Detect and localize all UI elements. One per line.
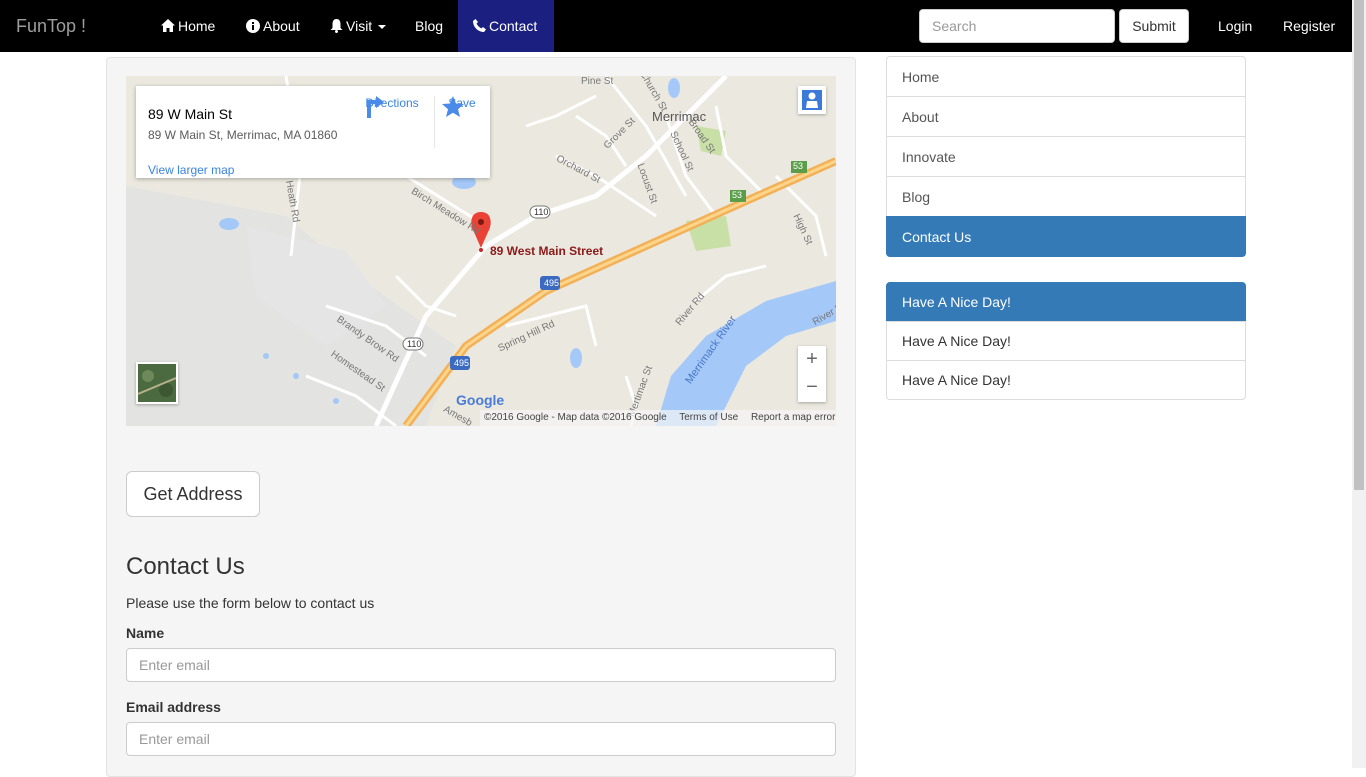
search-submit-button[interactable]: Submit — [1119, 9, 1189, 43]
contact-description: Please use the form below to contact us — [126, 595, 375, 611]
map-shield-495-a: 495 — [544, 278, 560, 288]
map-footer: ©2016 Google - Map data ©2016 Google Ter… — [480, 410, 836, 426]
email-label: Email address — [126, 699, 221, 715]
list-item[interactable]: Have A Nice Day! — [886, 360, 1246, 400]
satellite-thumbnail — [138, 364, 176, 402]
zoom-out-button[interactable]: − — [798, 374, 826, 402]
sidebar-item-about[interactable]: About — [886, 96, 1246, 137]
view-larger-map-link[interactable]: View larger map — [148, 163, 234, 177]
page-scrollbar[interactable] — [1352, 0, 1366, 768]
card-divider — [434, 96, 435, 148]
google-logo: Google — [456, 392, 505, 408]
map-copyright: ©2016 Google - Map data ©2016 Google — [484, 412, 667, 423]
nav-contact[interactable]: Contact — [458, 0, 554, 52]
search-input[interactable] — [919, 9, 1115, 43]
report-map-error-link[interactable]: Report a map error — [751, 412, 835, 423]
top-navbar: FunTop ! Home About Visit Blog Contact S… — [0, 0, 1352, 52]
directions-button[interactable]: Directions — [364, 96, 420, 118]
map-label-pine: Pine St — [581, 76, 614, 87]
map-shield-495-b: 495 — [454, 358, 470, 368]
street-view-pegman[interactable] — [798, 86, 826, 114]
directions-icon — [367, 96, 384, 118]
phone-icon — [473, 19, 486, 33]
sidebar-item-innovate[interactable]: Innovate — [886, 136, 1246, 177]
star-icon — [442, 96, 464, 117]
info-icon — [246, 18, 260, 33]
nav-visit-dropdown[interactable]: Visit — [330, 0, 387, 52]
nav-home-label: Home — [178, 18, 216, 34]
satellite-view-toggle[interactable] — [136, 362, 178, 404]
email-field[interactable] — [126, 722, 836, 756]
sidebar-item-contact-us[interactable]: Contact Us — [886, 216, 1246, 257]
sidebar-item-blog[interactable]: Blog — [886, 176, 1246, 217]
register-link[interactable]: Register — [1283, 0, 1335, 52]
map-shield-110-a: 110 — [534, 207, 549, 217]
sidebar-nav: Home About Innovate Blog Contact Us — [886, 56, 1246, 257]
map-zoom-control: + − — [798, 346, 826, 402]
nav-blog[interactable]: Blog — [415, 0, 443, 52]
nav-home[interactable]: Home — [161, 0, 215, 52]
list-item[interactable]: Have A Nice Day! — [886, 321, 1246, 361]
zoom-in-button[interactable]: + — [798, 346, 826, 374]
bell-icon — [330, 18, 343, 33]
map-shield-110-b: 110 — [407, 339, 422, 349]
sidebar-item-home[interactable]: Home — [886, 56, 1246, 97]
map-shield-53-a: 53 — [732, 190, 743, 200]
map-terms-link[interactable]: Terms of Use — [679, 412, 738, 423]
name-label: Name — [126, 625, 165, 641]
nav-contact-label: Contact — [489, 18, 538, 34]
login-link[interactable]: Login — [1218, 0, 1252, 52]
place-name: 89 W Main St — [148, 106, 233, 122]
place-address: 89 W Main St, Merrimac, MA 01860 — [148, 128, 338, 142]
home-icon — [161, 19, 175, 33]
pegman-icon — [802, 90, 822, 110]
brand-link[interactable]: FunTop ! — [16, 0, 86, 52]
sidebar-extra-list: Have A Nice Day! Have A Nice Day! Have A… — [886, 282, 1246, 400]
contact-heading: Contact Us — [126, 553, 245, 580]
caret-down-icon — [378, 25, 387, 30]
map-info-card: 89 W Main St 89 W Main St, Merrimac, MA … — [136, 86, 490, 178]
nav-about[interactable]: About — [246, 0, 300, 52]
nav-about-label: About — [263, 18, 300, 34]
nav-visit-label: Visit — [346, 18, 373, 34]
get-address-button[interactable]: Get Address — [126, 471, 260, 517]
map-marker-label: 89 West Main Street — [490, 244, 604, 258]
map-shield-53-b: 53 — [793, 161, 804, 171]
list-item[interactable]: Have A Nice Day! — [886, 282, 1246, 322]
name-field[interactable] — [126, 648, 836, 682]
embedded-map[interactable]: Pine St Church St Merrimac Grove St Scho… — [126, 76, 836, 426]
save-button[interactable]: Save — [442, 96, 482, 117]
scrollbar-thumb[interactable] — [1354, 0, 1364, 490]
